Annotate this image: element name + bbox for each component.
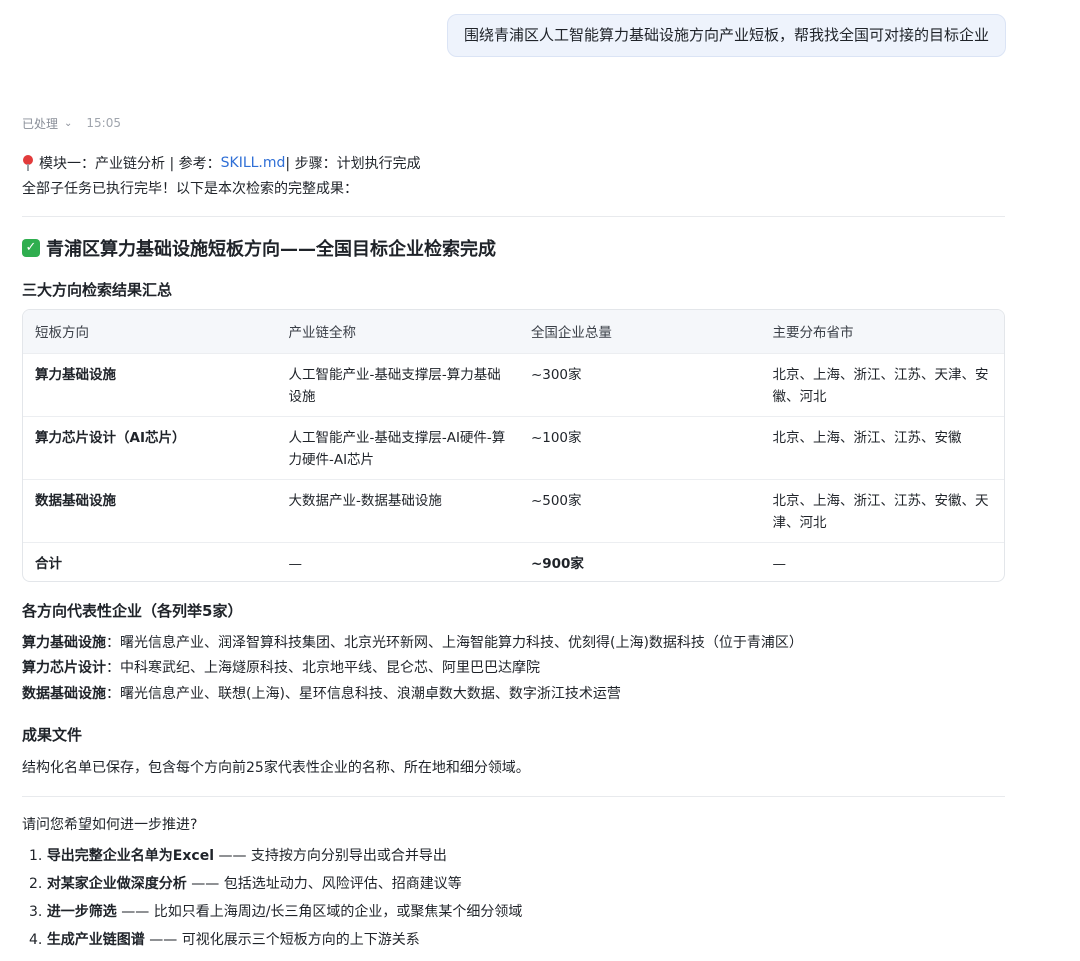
table-cell: 数据基础设施 bbox=[23, 478, 277, 542]
table-total-row: 合计 — ~900家 — bbox=[23, 541, 1004, 581]
option-number: 4. bbox=[29, 932, 43, 948]
rep-text: ：曙光信息产业、润泽智算科技集团、北京光环新网、上海智能算力科技、优刻得(上海)… bbox=[106, 635, 803, 651]
table-header-row: 短板方向 产业链全称 全国企业总量 主要分布省市 bbox=[23, 310, 1004, 353]
user-message-bubble: 围绕青浦区人工智能算力基础设施方向产业短板，帮我找全国可对接的目标企业 bbox=[447, 14, 1006, 57]
rep-title: 各方向代表性企业（各列举5家） bbox=[22, 602, 243, 620]
option-item[interactable]: 1. 导出完整企业名单为Excel —— 支持按方向分别导出或合并导出 bbox=[29, 845, 447, 867]
rep-text: ：中科寒武纪、上海燧原科技、北京地平线、昆仑芯、阿里巴巴达摩院 bbox=[106, 660, 540, 676]
option-item[interactable]: 2. 对某家企业做深度分析 —— 包括选址动力、风险评估、招商建议等 bbox=[29, 873, 462, 895]
rep-line: 数据基础设施：曙光信息产业、联想(上海)、星环信息科技、浪潮卓数大数据、数字浙江… bbox=[22, 683, 621, 705]
option-desc: —— 包括选址动力、风险评估、招商建议等 bbox=[186, 876, 462, 892]
table-cell: 合计 bbox=[23, 541, 277, 581]
table-cell: 北京、上海、浙江、江苏、天津、安徽、河北 bbox=[760, 352, 1004, 416]
table-row: 算力基础设施 人工智能产业-基础支撑层-算力基础设施 ~300家 北京、上海、浙… bbox=[23, 352, 1004, 416]
table-cell: 北京、上海、浙江、江苏、安徽、天津、河北 bbox=[760, 478, 1004, 542]
divider bbox=[22, 796, 1005, 797]
option-title: 对某家企业做深度分析 bbox=[46, 876, 187, 892]
table-cell: — bbox=[760, 541, 1004, 581]
table-cell: ~500家 bbox=[518, 478, 761, 542]
table-cell: — bbox=[276, 541, 519, 581]
table-cell: 人工智能产业-基础支撑层-算力基础设施 bbox=[276, 352, 519, 416]
status-label: 已处理 bbox=[22, 116, 59, 131]
table-cell: 北京、上海、浙江、江苏、安徽 bbox=[760, 415, 1004, 479]
result-heading: ✓ 青浦区算力基础设施短板方向——全国目标企业检索完成 bbox=[22, 235, 496, 261]
files-title: 成果文件 bbox=[22, 726, 83, 744]
option-desc: —— 支持按方向分别导出或合并导出 bbox=[214, 848, 447, 864]
files-text: 结构化名单已保存，包含每个方向前25家代表性企业的名称、所在地和细分领域。 bbox=[22, 760, 530, 776]
option-number: 2. bbox=[29, 876, 43, 892]
table-cell: 算力基础设施 bbox=[23, 352, 277, 416]
table-header: 全国企业总量 bbox=[518, 310, 761, 353]
processing-status[interactable]: 已处理 ⌄ 15:05 bbox=[22, 113, 121, 133]
option-title: 进一步筛选 bbox=[46, 904, 117, 920]
check-icon: ✓ bbox=[22, 239, 40, 257]
option-desc: —— 可视化展示三个短板方向的上下游关系 bbox=[144, 932, 420, 948]
rep-label: 算力芯片设计 bbox=[22, 660, 106, 676]
option-title: 导出完整企业名单为Excel bbox=[46, 848, 214, 864]
rep-label: 算力基础设施 bbox=[22, 635, 106, 651]
skill-link[interactable]: SKILL.md bbox=[221, 155, 286, 171]
rep-label: 数据基础设施 bbox=[22, 686, 106, 702]
table-cell: 算力芯片设计（AI芯片） bbox=[23, 415, 277, 479]
meta-prefix: 模块一：产业链分析 | 参考： bbox=[39, 156, 221, 172]
meta-suffix: | 步骤：计划执行完成 bbox=[285, 156, 421, 172]
option-item[interactable]: 4. 生成产业链图谱 —— 可视化展示三个短板方向的上下游关系 bbox=[29, 929, 420, 951]
table-header: 短板方向 bbox=[23, 310, 277, 353]
status-time: 15:05 bbox=[86, 116, 121, 130]
table-cell: ~300家 bbox=[518, 352, 761, 416]
summary-title: 三大方向检索结果汇总 bbox=[22, 281, 173, 299]
summary-table: 短板方向 产业链全称 全国企业总量 主要分布省市 算力基础设施 人工智能产业-基… bbox=[22, 309, 1005, 582]
intro-text: 全部子任务已执行完毕！以下是本次检索的完整成果： bbox=[22, 181, 358, 197]
rep-line: 算力基础设施：曙光信息产业、润泽智算科技集团、北京光环新网、上海智能算力科技、优… bbox=[22, 632, 803, 654]
table-cell: ~100家 bbox=[518, 415, 761, 479]
table-cell: 人工智能产业-基础支撑层-AI硬件-算力硬件-AI芯片 bbox=[276, 415, 519, 479]
option-item[interactable]: 3. 进一步筛选 —— 比如只看上海周边/长三角区域的企业，或聚焦某个细分领域 bbox=[29, 901, 522, 923]
rep-line: 算力芯片设计：中科寒武纪、上海燧原科技、北京地平线、昆仑芯、阿里巴巴达摩院 bbox=[22, 657, 540, 679]
module-meta-line: 模块一：产业链分析 | 参考： SKILL.md | 步骤：计划执行完成 bbox=[22, 152, 421, 174]
pin-icon bbox=[22, 155, 34, 171]
option-number: 1. bbox=[29, 848, 43, 864]
option-desc: —— 比如只看上海周边/长三角区域的企业，或聚焦某个细分领域 bbox=[116, 904, 523, 920]
option-title: 生成产业链图谱 bbox=[46, 932, 145, 948]
table-row: 算力芯片设计（AI芯片） 人工智能产业-基础支撑层-AI硬件-算力硬件-AI芯片… bbox=[23, 415, 1004, 479]
rep-text: ：曙光信息产业、联想(上海)、星环信息科技、浪潮卓数大数据、数字浙江技术运营 bbox=[106, 686, 621, 702]
followup-question: 请问您希望如何进一步推进? bbox=[22, 817, 198, 833]
chevron-down-icon[interactable]: ⌄ bbox=[64, 118, 72, 129]
table-row: 数据基础设施 大数据产业-数据基础设施 ~500家 北京、上海、浙江、江苏、安徽… bbox=[23, 478, 1004, 542]
table-header: 产业链全称 bbox=[276, 310, 519, 353]
result-heading-text: 青浦区算力基础设施短板方向——全国目标企业检索完成 bbox=[46, 239, 496, 260]
divider bbox=[22, 216, 1005, 217]
option-number: 3. bbox=[29, 904, 43, 920]
table-cell: ~900家 bbox=[518, 541, 761, 581]
table-header: 主要分布省市 bbox=[760, 310, 1004, 353]
table-cell: 大数据产业-数据基础设施 bbox=[276, 478, 519, 542]
